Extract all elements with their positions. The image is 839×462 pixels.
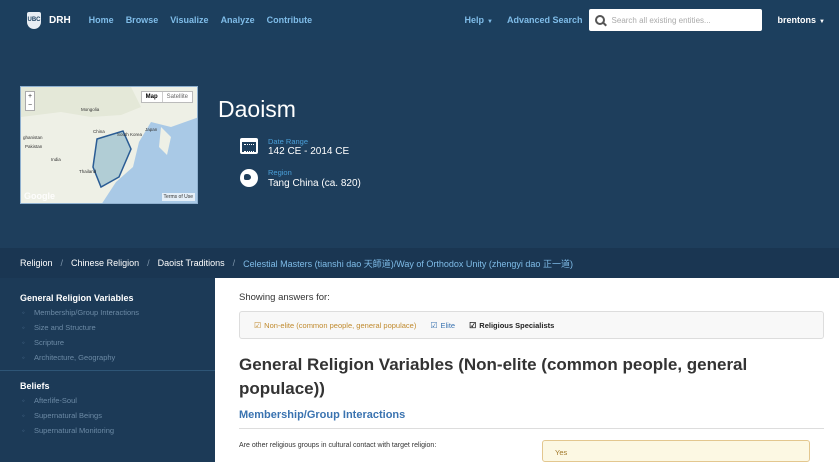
breadcrumb-separator: / <box>147 258 150 268</box>
nav-home[interactable]: Home <box>89 15 114 25</box>
top-navbar: UBC DRH Home Browse Visualize Analyze Co… <box>0 0 839 40</box>
filter-non-elite[interactable]: ☑ Non-elite (common people, general popul… <box>254 321 416 330</box>
region-value[interactable]: Tang China (ca. 820) <box>268 178 361 189</box>
user-menu[interactable]: brentons ▼ <box>778 15 825 25</box>
sidebar-heading-beliefs[interactable]: Beliefs <box>0 381 215 391</box>
region-map[interactable]: + − Map Satellite Mongolia China South Ko… <box>20 86 198 204</box>
filter-label: Religious Specialists <box>479 320 555 330</box>
nav-contribute[interactable]: Contribute <box>267 15 313 25</box>
region-label: Region <box>268 168 292 177</box>
filter-elite[interactable]: ☑ Elite <box>430 321 455 330</box>
map-label: Thailand <box>79 169 97 174</box>
search-icon <box>594 14 606 26</box>
breadcrumb-chinese-religion[interactable]: Chinese Religion <box>71 258 139 268</box>
globe-icon <box>240 169 258 187</box>
map-label: Japan <box>145 127 158 132</box>
map-label: South Korea <box>117 132 143 137</box>
sidebar-divider <box>0 370 215 371</box>
sidebar-heading-general[interactable]: General Religion Variables <box>0 293 215 303</box>
calendar-icon <box>240 138 258 154</box>
nav-visualize[interactable]: Visualize <box>170 15 208 25</box>
sidebar-item-supernatural-monitoring[interactable]: Supernatural Monitoring <box>0 426 215 435</box>
main-content: Showing answers for: ☑ Non-elite (common … <box>215 278 839 462</box>
breadcrumb-separator: / <box>232 258 236 268</box>
zoom-in-button[interactable]: + <box>26 92 34 101</box>
search-input[interactable] <box>611 15 752 25</box>
filter-label: Non-elite (common people, general popula… <box>264 320 417 330</box>
map-label: China <box>93 129 105 134</box>
advanced-search-link[interactable]: Advanced Search <box>507 15 583 25</box>
sidebar-item-membership[interactable]: Membership/Group Interactions <box>0 308 215 317</box>
help-menu[interactable]: Help ▼ <box>465 15 493 25</box>
section-title: General Religion Variables (Non-elite (c… <box>239 355 748 398</box>
nav-analyze[interactable]: Analyze <box>221 15 255 25</box>
map-terrain <box>21 87 197 203</box>
map-zoom-control[interactable]: + − <box>25 91 35 111</box>
breadcrumb-separator: / <box>60 258 64 268</box>
zoom-out-button[interactable]: − <box>26 101 34 110</box>
map-type-map[interactable]: Map <box>142 92 162 102</box>
map-label: ghanistan <box>23 135 43 140</box>
answer-box[interactable]: Yes <box>542 440 810 462</box>
sidebar-item-architecture[interactable]: Architecture, Geography <box>0 353 215 362</box>
filter-religious-specialists[interactable]: ☑ Religious Specialists <box>469 321 554 330</box>
map-label: Mongolia <box>81 107 100 112</box>
caret-down-icon: ▼ <box>487 19 493 25</box>
checkbox-checked-icon: ☑ <box>469 320 477 330</box>
checkbox-checked-icon: ☑ <box>430 320 438 330</box>
caret-down-icon: ▼ <box>819 19 825 25</box>
ubc-logo-icon[interactable]: UBC <box>27 11 41 29</box>
brand-link[interactable]: DRH <box>49 15 71 26</box>
help-label: Help <box>464 15 485 25</box>
subsection-divider <box>239 428 824 429</box>
filter-label: Elite <box>440 320 456 330</box>
map-label: Pakistan <box>25 144 43 149</box>
sidebar-item-supernatural-beings[interactable]: Supernatural Beings <box>0 411 215 420</box>
entry-header: + − Map Satellite Mongolia China South Ko… <box>0 40 839 248</box>
sidebar-item-size-structure[interactable]: Size and Structure <box>0 323 215 332</box>
showing-label: Showing answers for: <box>239 292 330 303</box>
checkbox-checked-icon: ☑ <box>254 320 262 330</box>
question-text: Are other religious groups in cultural c… <box>239 442 437 449</box>
breadcrumb-daoist-traditions[interactable]: Daoist Traditions <box>158 258 225 268</box>
date-range-label: Date Range <box>268 137 309 146</box>
entry-title: Daoism <box>218 96 296 122</box>
nav-browse[interactable]: Browse <box>126 15 159 25</box>
sidebar-item-scripture[interactable]: Scripture <box>0 338 215 347</box>
variables-sidebar: General Religion Variables Membership/Gr… <box>0 278 215 462</box>
breadcrumb-current: Celestial Masters (tianshi dao 天師道)/Way … <box>243 258 573 269</box>
answer-filter-bar: ☑ Non-elite (common people, general popul… <box>239 311 824 339</box>
map-label: India <box>51 157 61 162</box>
google-logo: Google <box>24 191 55 201</box>
sidebar-item-afterlife[interactable]: Afterlife-Soul <box>0 396 215 405</box>
search-box[interactable] <box>588 9 762 31</box>
subsection-title: Membership/Group Interactions <box>239 409 406 421</box>
breadcrumb-religion[interactable]: Religion <box>20 258 53 268</box>
map-type-satellite[interactable]: Satellite <box>161 92 192 102</box>
breadcrumb: Religion / Chinese Religion / Daoist Tra… <box>0 248 839 278</box>
date-range-value: 142 CE - 2014 CE <box>268 146 350 157</box>
map-terms-link[interactable]: Terms of Use <box>161 193 195 201</box>
map-type-toggle[interactable]: Map Satellite <box>140 91 193 103</box>
user-name: brentons <box>777 15 817 25</box>
